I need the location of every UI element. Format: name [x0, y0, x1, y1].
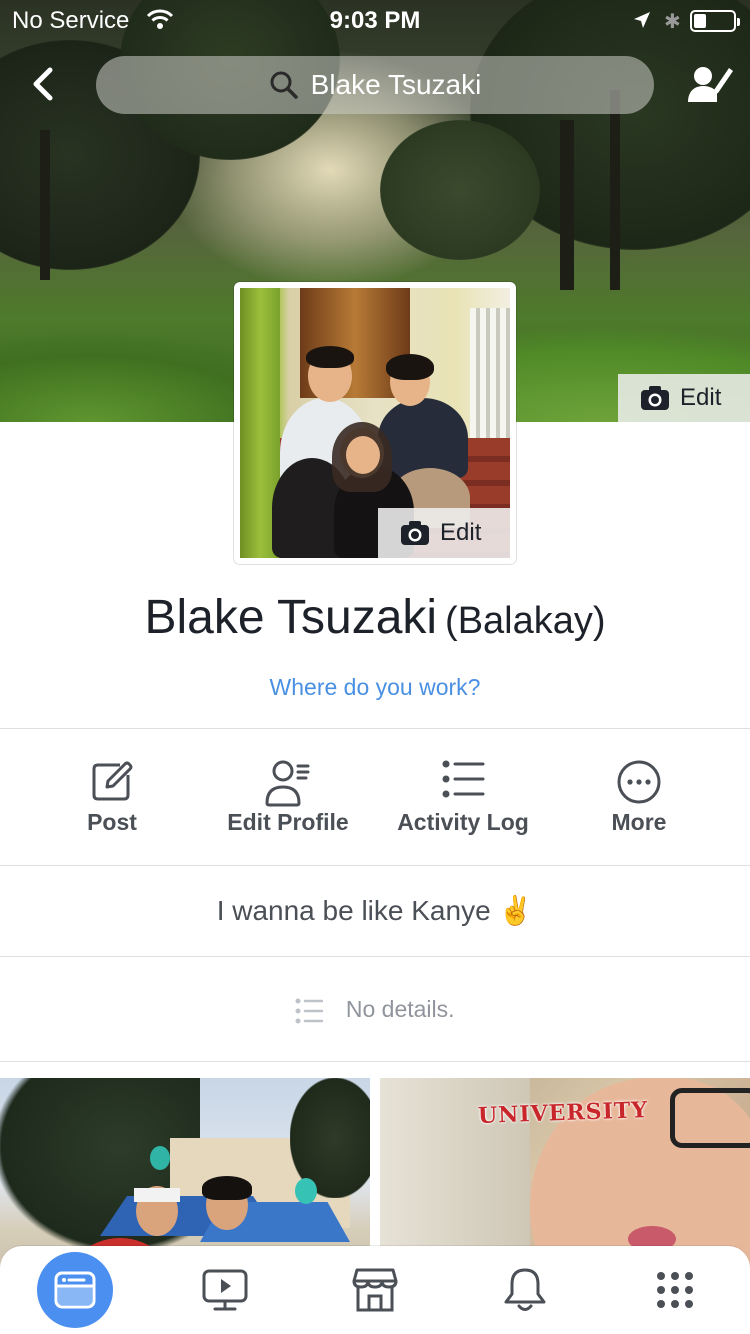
action-row: Post Edit Profile Activity Log More: [0, 729, 750, 865]
status-bar: No Service 9:03 PM ✱: [0, 0, 750, 40]
compose-icon: [92, 761, 133, 801]
search-bar[interactable]: Blake Tsuzaki: [96, 56, 654, 114]
marketplace-icon: [352, 1268, 398, 1312]
back-chevron-icon[interactable]: [28, 66, 58, 102]
divider: [0, 956, 750, 957]
more-button[interactable]: More: [551, 729, 727, 865]
divider: [0, 1061, 750, 1062]
post-label: Post: [87, 809, 137, 835]
search-icon: [270, 71, 298, 99]
watch-icon: [202, 1269, 248, 1311]
more-label: More: [611, 809, 667, 835]
profile-picture-frame[interactable]: Edit: [234, 282, 516, 564]
cover-edit-button[interactable]: Edit: [618, 374, 750, 422]
activity-log-button[interactable]: Activity Log: [375, 729, 551, 865]
activity-log-label: Activity Log: [397, 809, 529, 835]
bluetooth-icon: ✱: [664, 11, 681, 33]
tab-news-feed[interactable]: [37, 1252, 113, 1328]
menu-icon: [657, 1272, 693, 1308]
post-button[interactable]: Post: [24, 729, 200, 865]
list-icon: [442, 760, 485, 798]
bio-text[interactable]: I wanna be like Kanye ✌️: [0, 894, 750, 927]
tab-notifications[interactable]: [487, 1252, 563, 1328]
profile-picture-edit-button[interactable]: Edit: [378, 508, 510, 558]
edit-profile-label: Edit Profile: [227, 809, 349, 835]
edit-profile-pencil-icon[interactable]: [686, 64, 734, 104]
battery-icon: [690, 10, 740, 32]
details-text: No details.: [345, 996, 455, 1022]
profile-screen: No Service 9:03 PM ✱ Blake Tsuzaki Edit …: [0, 0, 750, 1334]
tab-marketplace[interactable]: [337, 1252, 413, 1328]
news-feed-icon: [54, 1271, 96, 1309]
work-prompt-link[interactable]: Where do you work?: [0, 674, 750, 701]
location-arrow-icon: [634, 12, 650, 28]
divider: [0, 865, 750, 866]
details-section[interactable]: No details.: [0, 996, 750, 1024]
camera-icon: [641, 386, 669, 410]
profile-name: Blake Tsuzaki (Balakay): [0, 590, 750, 645]
search-text: Blake Tsuzaki: [310, 69, 482, 100]
notifications-icon: [504, 1268, 546, 1311]
camera-icon: [401, 521, 429, 545]
edit-profile-button[interactable]: Edit Profile: [200, 729, 376, 865]
tab-menu[interactable]: [637, 1252, 713, 1328]
more-icon: [617, 760, 661, 804]
nickname: (Balakay): [445, 600, 606, 642]
tab-watch[interactable]: [187, 1252, 263, 1328]
tab-bar: [0, 1246, 750, 1334]
details-list-icon: [295, 998, 324, 1024]
full-name: Blake Tsuzaki: [144, 591, 438, 644]
cover-edit-label: Edit: [680, 384, 722, 411]
edit-profile-icon: [265, 760, 310, 807]
profile-picture-edit-label: Edit: [440, 519, 482, 546]
